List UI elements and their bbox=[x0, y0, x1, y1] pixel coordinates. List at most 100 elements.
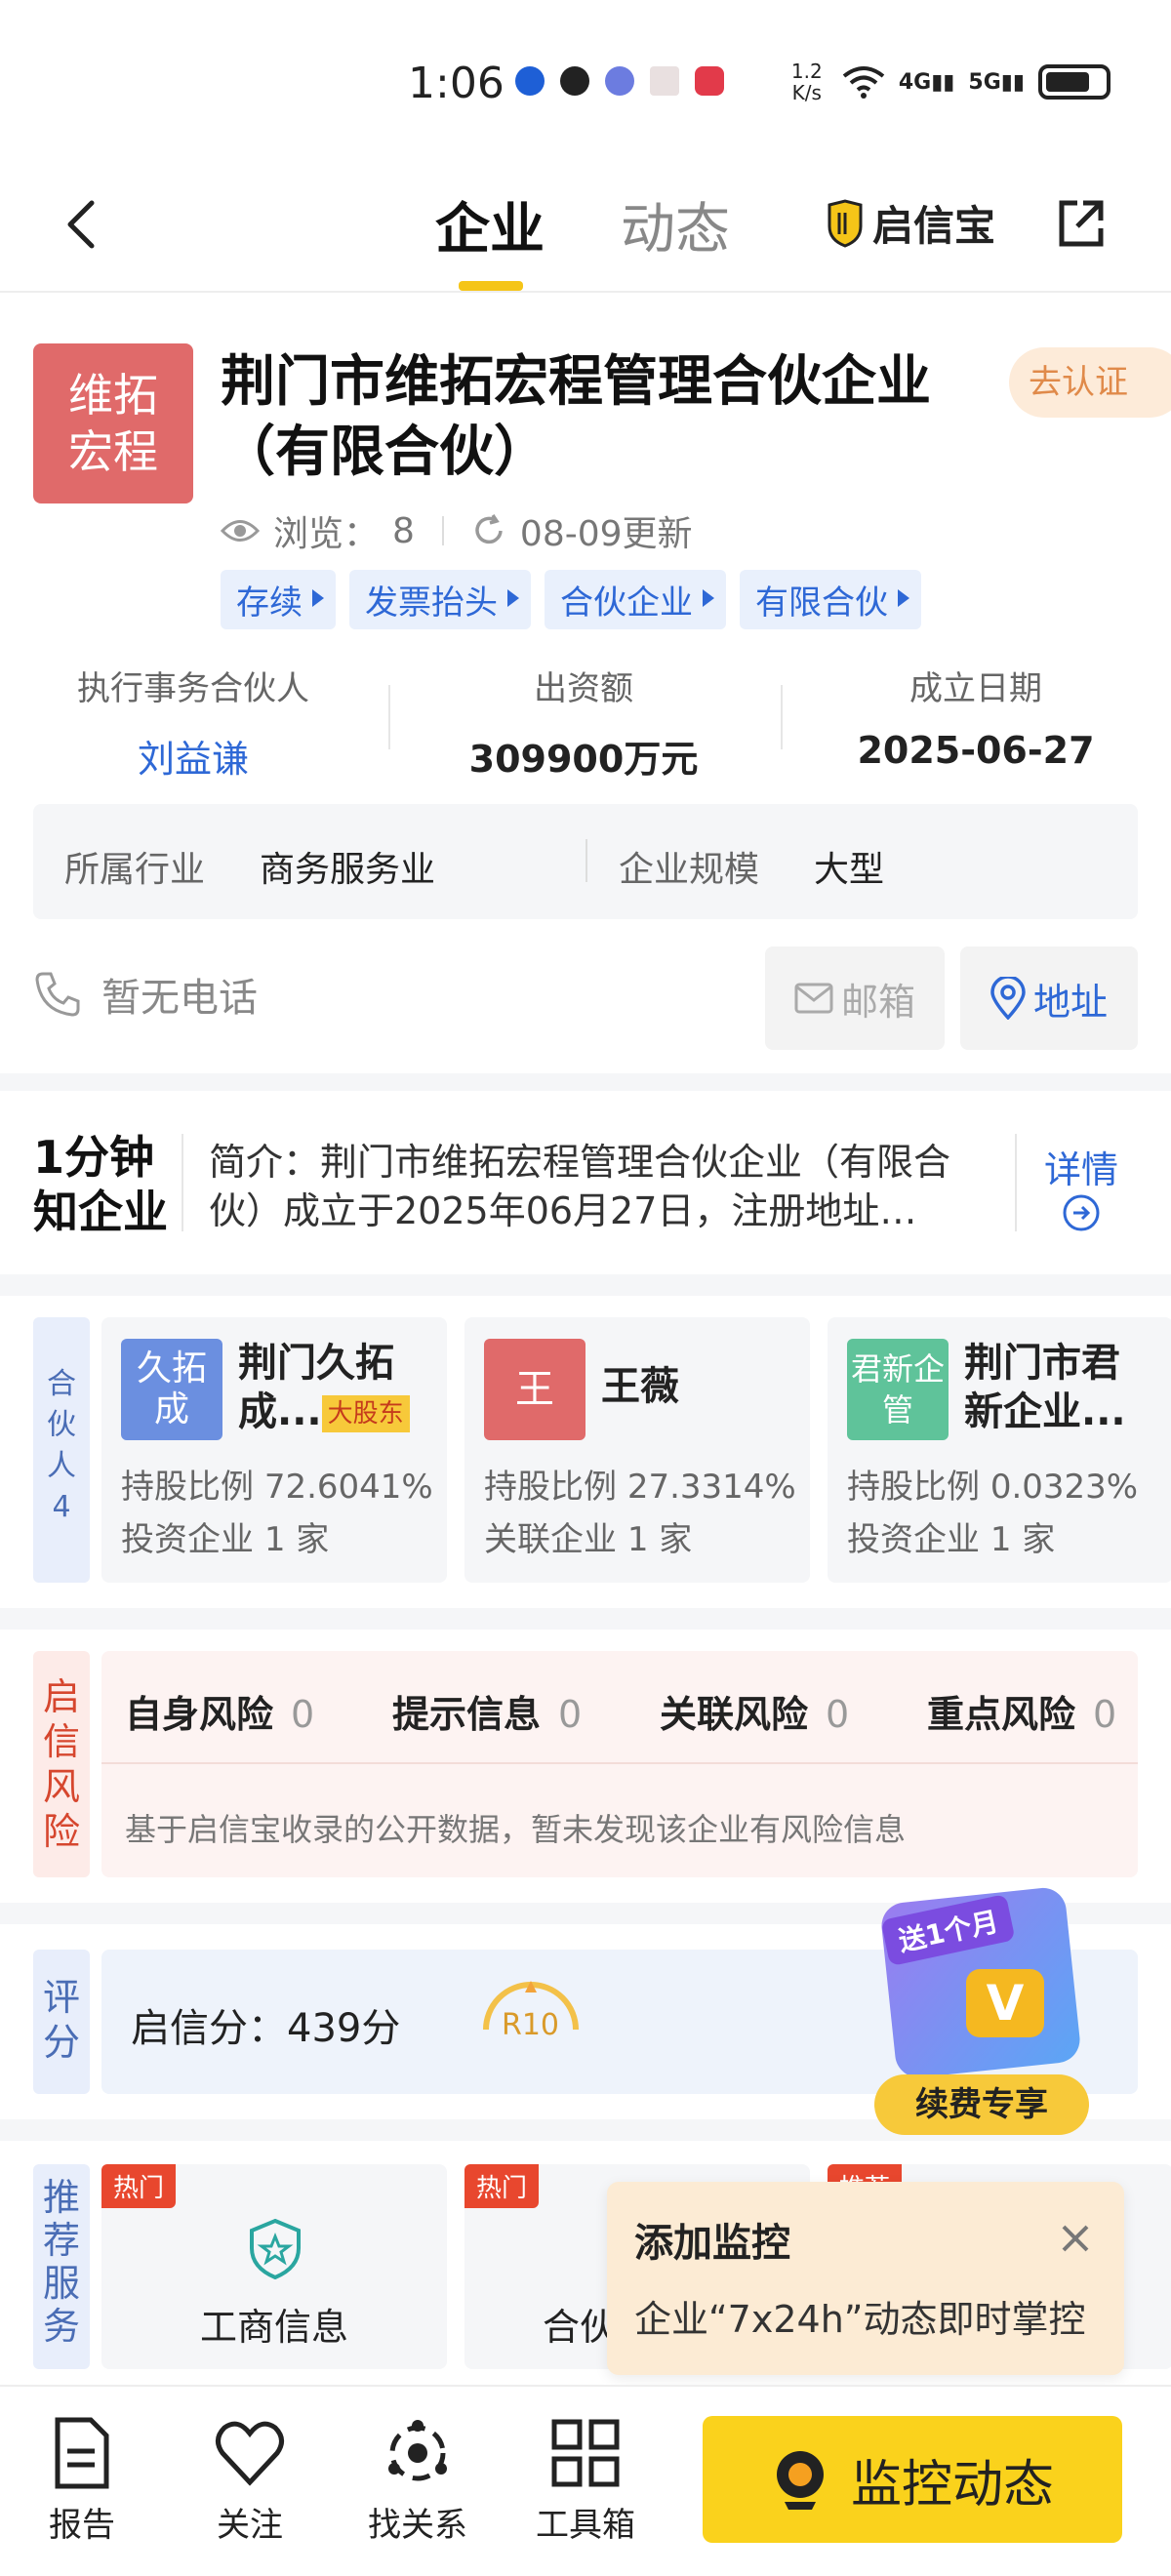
intro-badge: 1分钟 知企业 bbox=[33, 1131, 168, 1238]
app-notification-icon bbox=[515, 66, 545, 96]
partner-logo: 君新企管 bbox=[847, 1339, 949, 1440]
status-system-icons: 1.2 K/s 4G▮▮ 5G▮▮ bbox=[786, 60, 1110, 103]
divider bbox=[101, 1762, 1138, 1764]
bottom-follow[interactable]: 关注 bbox=[182, 2416, 318, 2546]
tag-invoice[interactable]: 发票抬头 bbox=[349, 570, 531, 629]
monitor-button[interactable]: 监控动态 bbox=[703, 2416, 1122, 2543]
share-icon[interactable] bbox=[1054, 197, 1109, 252]
grid-icon bbox=[551, 2419, 620, 2487]
partner-logo: 久拓成 bbox=[121, 1339, 222, 1440]
company-meta: 浏览： 8 08-09更新 bbox=[221, 505, 693, 556]
shield-logo-icon bbox=[828, 198, 863, 248]
intro-text: 简介：荆门市维拓宏程管理合伙企业（有限合伙）成立于2025年06月27日，注册地… bbox=[209, 1141, 951, 1232]
services-side-label[interactable]: 推荐服务 bbox=[33, 2164, 90, 2369]
back-arrow-icon[interactable] bbox=[55, 195, 113, 254]
risk-key[interactable]: 重点风险 0 bbox=[927, 1684, 1116, 1738]
partner-name: 王薇 bbox=[601, 1364, 679, 1409]
hot-badge: 热门 bbox=[464, 2164, 540, 2208]
hot-badge: 热门 bbox=[101, 2164, 177, 2208]
partners-side-label[interactable]: 合伙人4 bbox=[33, 1317, 90, 1583]
tab-company[interactable]: 企业 bbox=[435, 185, 545, 264]
updated-date: 08-09更新 bbox=[519, 514, 693, 554]
camera-icon bbox=[776, 2451, 824, 2510]
stat-founded: 成立日期 2025-06-27 bbox=[857, 669, 1095, 772]
major-shareholder-badge: 大股东 bbox=[321, 1395, 410, 1432]
company-name: 荆门市维拓宏程管理合伙企业（有限合伙） bbox=[221, 350, 931, 484]
email-button[interactable]: 邮箱 bbox=[765, 946, 945, 1050]
bottom-bar: 报告 关注 找关系 工具箱 监控动态 bbox=[0, 2385, 1171, 2576]
report-icon bbox=[55, 2417, 109, 2489]
bottom-relations[interactable]: 找关系 bbox=[349, 2416, 486, 2546]
status-time: 1:06 bbox=[408, 59, 505, 108]
partner-card[interactable]: 君新企管 荆门市君新企业... 持股比例 0.0323% 投资企业 1 家 bbox=[828, 1317, 1171, 1583]
refresh-icon bbox=[475, 514, 503, 544]
phone-icon bbox=[35, 972, 80, 1017]
industry-box: 所属行业 商务服务业 企业规模 大型 bbox=[33, 804, 1138, 919]
badge-shield-icon bbox=[250, 2218, 301, 2280]
network-speed: 1.2 K/s bbox=[790, 60, 823, 104]
arrow-circle-icon bbox=[1063, 1194, 1100, 1231]
tag-status[interactable]: 存续 bbox=[221, 570, 336, 629]
renewal-promo[interactable]: 送1个月 V 续费专享 bbox=[868, 1879, 1095, 2145]
popup-text: 企业“7x24h”动态即时掌控 bbox=[634, 2298, 1086, 2341]
service-card-business-info[interactable]: 热门 工商信息 bbox=[101, 2164, 447, 2369]
intro-section[interactable]: 1分钟 知企业 简介：荆门市维拓宏程管理合伙企业（有限合伙）成立于2025年06… bbox=[0, 1091, 1171, 1274]
tab-news[interactable]: 动态 bbox=[621, 185, 730, 264]
app-red-icon bbox=[695, 66, 724, 96]
score-text: 启信分：439分 bbox=[131, 2006, 401, 2051]
risk-section: 启信风险 自身风险 0 提示信息 0 关联风险 0 重点风险 0 基于启信宝收录的公开数… bbox=[0, 1630, 1171, 1903]
risk-hint[interactable]: 提示信息 0 bbox=[392, 1684, 582, 1738]
renew-button[interactable]: 续费专享 bbox=[874, 2074, 1089, 2135]
scale-label: 企业规模 bbox=[619, 850, 760, 890]
partner-name: 荆门久拓成... 大股东 bbox=[238, 1339, 433, 1436]
signal-5g-icon: 5G▮▮ bbox=[968, 69, 1025, 95]
location-pin-icon bbox=[990, 977, 1026, 1020]
top-nav: 企业 动态 启信宝 bbox=[0, 166, 1171, 293]
score-side-label[interactable]: 评分 bbox=[33, 1950, 90, 2094]
music-icon bbox=[605, 66, 634, 96]
score-gauge: R10 bbox=[480, 1975, 582, 2053]
tag-limited-partnership[interactable]: 有限合伙 bbox=[740, 570, 921, 629]
company-card: 维拓 宏程 荆门市维拓宏程管理合伙企业（有限合伙） 去认证 浏览： 8 08-09… bbox=[0, 293, 1171, 1073]
stat-partner[interactable]: 执行事务合伙人 刘益谦 bbox=[0, 662, 388, 783]
calendar-icon bbox=[650, 66, 679, 96]
divider bbox=[182, 1134, 183, 1231]
divider bbox=[1015, 1134, 1017, 1231]
service-label: 工商信息 bbox=[199, 2306, 348, 2349]
risk-self[interactable]: 自身风险 0 bbox=[125, 1684, 314, 1738]
service-label: 合伙 bbox=[543, 2306, 618, 2349]
mail-icon bbox=[794, 983, 833, 1014]
status-notification-icons bbox=[515, 66, 724, 96]
risk-related[interactable]: 关联风险 0 bbox=[660, 1684, 849, 1738]
risk-side-label[interactable]: 启信风险 bbox=[33, 1651, 90, 1877]
wifi-icon bbox=[842, 66, 885, 99]
monitor-popup[interactable]: 添加监控 企业“7x24h”动态即时掌控 bbox=[607, 2182, 1124, 2375]
brand-logo: 启信宝 bbox=[826, 193, 995, 253]
industry-value: 商务服务业 bbox=[260, 850, 436, 890]
battery-icon bbox=[1038, 64, 1110, 100]
intro-detail-link[interactable]: 详情 bbox=[1044, 1140, 1118, 1241]
company-logo: 维拓 宏程 bbox=[33, 343, 193, 503]
popup-title: 添加监控 bbox=[634, 2221, 790, 2266]
bottom-report[interactable]: 报告 bbox=[14, 2416, 150, 2546]
heart-icon bbox=[216, 2421, 284, 2486]
qq-icon bbox=[560, 66, 589, 96]
address-button[interactable]: 地址 bbox=[960, 946, 1138, 1050]
tab-indicator bbox=[459, 281, 523, 291]
partner-logo: 王 bbox=[484, 1339, 586, 1440]
partners-section: 合伙人4 久拓成 荆门久拓成... 大股东 持股比例 72.6041% 投资企业 … bbox=[0, 1296, 1171, 1608]
eye-icon bbox=[221, 520, 260, 542]
partner-card[interactable]: 久拓成 荆门久拓成... 大股东 持股比例 72.6041% 投资企业 1 家 bbox=[101, 1317, 447, 1583]
risk-note: 基于启信宝收录的公开数据，暂未发现该企业有风险信息 bbox=[125, 1811, 907, 1848]
divider bbox=[586, 839, 587, 882]
bottom-toolbox[interactable]: 工具箱 bbox=[517, 2416, 654, 2546]
tag-partnership[interactable]: 合伙企业 bbox=[545, 570, 726, 629]
close-icon[interactable] bbox=[1056, 2219, 1095, 2258]
risk-box[interactable]: 自身风险 0 提示信息 0 关联风险 0 重点风险 0 基于启信宝收录的公开数据，暂未发… bbox=[101, 1651, 1138, 1877]
partner-card[interactable]: 王 王薇 持股比例 27.3314% 关联企业 1 家 bbox=[464, 1317, 810, 1583]
network-icon bbox=[388, 2420, 447, 2481]
verify-button[interactable]: 去认证 bbox=[1009, 347, 1171, 418]
vip-v-icon: V bbox=[966, 1969, 1044, 2037]
phone-row[interactable]: 暂无电话 bbox=[33, 966, 258, 1023]
views-count: 8 bbox=[392, 510, 415, 551]
